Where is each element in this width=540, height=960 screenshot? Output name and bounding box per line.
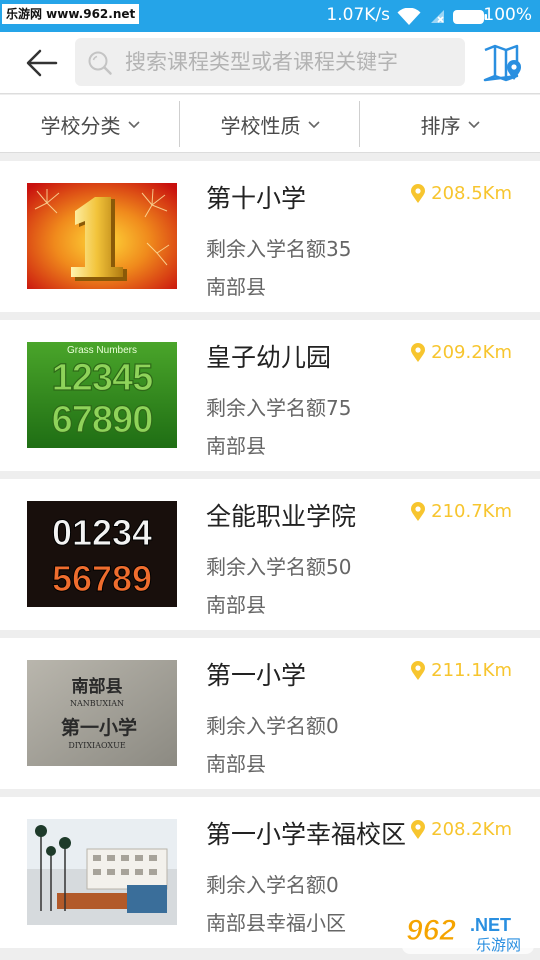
distance-value: 209.2Km <box>431 342 512 363</box>
school-quota: 剩余入学名额0 <box>206 873 339 897</box>
filter-sort[interactable]: 排序 <box>360 95 540 153</box>
location-pin-icon <box>411 661 426 680</box>
school-distance: 210.7Km <box>411 501 512 522</box>
image-digits: 67890 <box>52 399 153 441</box>
school-quota: 剩余入学名额0 <box>206 714 339 738</box>
chevron-down-icon <box>127 121 140 129</box>
filter-school-nature[interactable]: 学校性质 <box>180 95 360 153</box>
school-quota: 剩余入学名额35 <box>206 237 352 261</box>
chevron-down-icon <box>467 121 480 129</box>
school-thumbnail <box>27 819 177 925</box>
school-quota: 剩余入学名额50 <box>206 555 352 579</box>
school-distance: 209.2Km <box>411 342 512 363</box>
school-name: 第一小学幸福校区 <box>206 820 407 849</box>
location-pin-icon <box>411 502 426 521</box>
sign-text: 第一小学 <box>61 716 137 739</box>
school-area: 南部县 <box>206 752 266 776</box>
network-speed: 1.07K/s <box>326 5 390 25</box>
image-digits: 56789 <box>52 558 152 599</box>
location-pin-icon <box>411 820 426 839</box>
school-distance: 208.5Km <box>411 183 512 204</box>
school-distance: 211.1Km <box>411 660 512 681</box>
school-card[interactable]: 南部县 NANBUXIAN 第一小学 DIYIXIAOXUE 第一小学 剩余入学… <box>0 638 540 789</box>
distance-value: 210.7Km <box>431 501 512 522</box>
school-area: 南部县 <box>206 275 266 299</box>
school-name: 皇子幼儿园 <box>206 343 332 372</box>
school-area: 南部县 <box>206 593 266 617</box>
image-caption: Grass Numbers <box>67 345 137 356</box>
logo-name: 乐游网 <box>476 936 521 954</box>
filter-label: 学校分类 <box>40 113 121 138</box>
filter-bar: 学校分类 学校性质 排序 <box>0 95 540 153</box>
logo-number: 962 <box>406 914 456 947</box>
watermark-tag: 乐游网 www.962.net <box>2 4 140 24</box>
school-distance: 208.2Km <box>411 819 512 840</box>
search-icon <box>88 51 112 75</box>
sign-text: NANBUXIAN <box>70 699 124 708</box>
school-quota: 剩余入学名额75 <box>206 396 352 420</box>
back-button[interactable] <box>22 46 62 80</box>
search-box[interactable] <box>75 38 465 86</box>
distance-value: 208.5Km <box>431 183 512 204</box>
school-thumbnail: Grass Numbers 12345 67890 <box>27 342 177 448</box>
search-input[interactable] <box>125 38 455 86</box>
sign-text: 南部县 <box>72 676 123 697</box>
status-bar: 乐游网 www.962.net 1.07K/s 100% <box>0 0 540 32</box>
sign-text: DIYIXIAOXUE <box>68 741 126 750</box>
filter-label: 学校性质 <box>220 113 301 138</box>
school-card[interactable]: 01234 56789 全能职业学院 剩余入学名额50 南部县 210.7Km <box>0 479 540 630</box>
school-name: 第十小学 <box>206 184 307 213</box>
school-card[interactable]: Grass Numbers 12345 67890 皇子幼儿园 剩余入学名额75… <box>0 320 540 471</box>
school-name: 全能职业学院 <box>206 502 357 531</box>
school-name: 第一小学 <box>206 661 307 690</box>
school-area: 南部县幸福小区 <box>206 911 346 935</box>
location-pin-icon <box>411 343 426 362</box>
logo-domain: .NET <box>470 915 511 935</box>
chevron-down-icon <box>307 121 320 129</box>
map-button[interactable] <box>481 42 525 84</box>
school-thumbnail: 1 <box>27 183 177 289</box>
wifi-icon <box>397 8 421 25</box>
site-logo: 962 .NET 乐游网 <box>402 910 534 954</box>
search-header <box>0 32 540 94</box>
location-pin-icon <box>411 184 426 203</box>
filter-school-category[interactable]: 学校分类 <box>0 95 180 153</box>
school-card[interactable]: 1 第十小学 剩余入学名额35 南部县 208.5Km <box>0 161 540 312</box>
distance-value: 208.2Km <box>431 819 512 840</box>
battery-percent: 100% <box>483 5 532 25</box>
map-pin-icon <box>483 44 521 82</box>
school-area: 南部县 <box>206 434 266 458</box>
image-digits: 12345 <box>52 357 154 399</box>
distance-value: 211.1Km <box>431 660 512 681</box>
no-sim-icon <box>431 10 444 23</box>
filter-label: 排序 <box>420 113 461 138</box>
image-digits: 01234 <box>52 512 152 553</box>
back-arrow-icon <box>26 49 58 77</box>
school-thumbnail: 南部县 NANBUXIAN 第一小学 DIYIXIAOXUE <box>27 660 177 766</box>
school-thumbnail: 01234 56789 <box>27 501 177 607</box>
